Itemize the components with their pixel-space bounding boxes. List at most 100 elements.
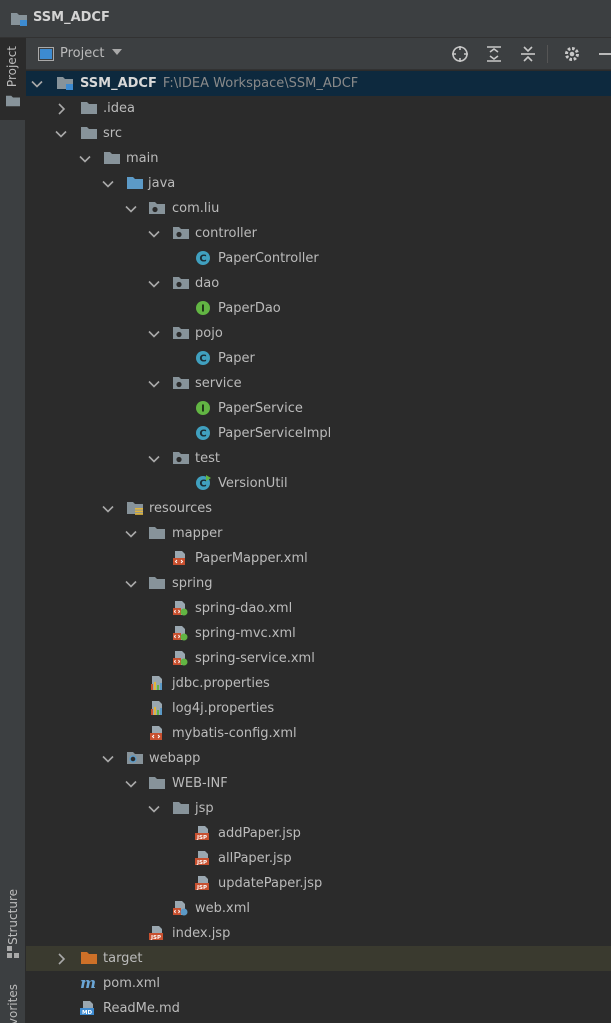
chevron-down-icon[interactable] <box>55 128 67 140</box>
tree-row-target[interactable]: target <box>26 946 611 971</box>
tree-node-label: PaperDao <box>218 301 281 316</box>
chevron-right-icon[interactable] <box>55 103 67 115</box>
tree-row-web-xml[interactable]: web.xml <box>26 896 611 921</box>
project-tool-tab[interactable]: Project <box>0 38 26 120</box>
chevron-down-icon[interactable] <box>148 378 160 390</box>
tree-node-label: spring-service.xml <box>195 651 315 666</box>
package-icon <box>148 200 166 216</box>
tree-row-paper-service[interactable]: PaperService <box>26 396 611 421</box>
tree-row-paper-controller[interactable]: PaperController <box>26 246 611 271</box>
tree-node-label: allPaper.jsp <box>218 851 292 866</box>
tree-node-label: SSM_ADCF F:\IDEA Workspace\SSM_ADCF <box>80 71 358 96</box>
tree-node-label: test <box>195 451 220 466</box>
tree-row-jdbc-properties[interactable]: jdbc.properties <box>26 671 611 696</box>
class-icon <box>195 425 211 441</box>
chevron-down-icon[interactable] <box>125 578 137 590</box>
gear-icon[interactable] <box>563 45 581 63</box>
tree-row-all-paper-jsp[interactable]: allPaper.jsp <box>26 846 611 871</box>
tree-row-jsp[interactable]: jsp <box>26 796 611 821</box>
tree-row-index-jsp[interactable]: index.jsp <box>26 921 611 946</box>
collapse-all-icon[interactable] <box>519 45 537 63</box>
tree-node-label: ReadMe.md <box>103 1001 180 1016</box>
folder-icon <box>172 800 190 816</box>
chevron-down-icon[interactable] <box>125 778 137 790</box>
chevron-right-icon[interactable] <box>55 953 67 965</box>
tree-row-webapp[interactable]: webapp <box>26 746 611 771</box>
tree-node-label: spring <box>172 576 213 591</box>
tree-row-controller[interactable]: controller <box>26 221 611 246</box>
tree-node-label: webapp <box>149 751 201 766</box>
tree-row-com-liu[interactable]: com.liu <box>26 196 611 221</box>
tree-row-spring-dao-xml[interactable]: spring-dao.xml <box>26 596 611 621</box>
chevron-down-icon[interactable] <box>148 453 160 465</box>
tree-row-paper[interactable]: Paper <box>26 346 611 371</box>
tree-node-label: PaperServiceImpl <box>218 426 332 441</box>
project-tree: SSM_ADCF F:\IDEA Workspace\SSM_ADCF .idea… <box>26 71 611 1023</box>
tree-row-java[interactable]: java <box>26 171 611 196</box>
package-icon <box>172 375 190 391</box>
chevron-down-icon[interactable] <box>102 503 114 515</box>
tree-row-paper-dao[interactable]: PaperDao <box>26 296 611 321</box>
tree-row-resources[interactable]: resources <box>26 496 611 521</box>
chevron-down-icon[interactable] <box>148 328 160 340</box>
xml-file-icon <box>149 725 165 741</box>
folder-icon <box>103 150 121 166</box>
tree-row-spring-mvc-xml[interactable]: spring-mvc.xml <box>26 621 611 646</box>
tree-row-test[interactable]: test <box>26 446 611 471</box>
spring-xml-icon <box>172 650 188 666</box>
chevron-down-icon[interactable] <box>148 228 160 240</box>
view-selector-label[interactable]: Project <box>60 46 104 61</box>
chevron-down-icon[interactable] <box>125 203 137 215</box>
chevron-down-icon[interactable] <box>125 528 137 540</box>
tree-node-label: PaperController <box>218 251 319 266</box>
tree-row-paper-mapper-xml[interactable]: PaperMapper.xml <box>26 546 611 571</box>
tree-row-pom-xml[interactable]: pom.xml <box>26 971 611 996</box>
interface-icon <box>195 300 211 316</box>
tree-row-version-util[interactable]: VersionUtil <box>26 471 611 496</box>
tree-row-mapper[interactable]: mapper <box>26 521 611 546</box>
tree-row-pojo[interactable]: pojo <box>26 321 611 346</box>
folder-icon <box>148 775 166 791</box>
hide-icon[interactable] <box>596 45 611 63</box>
root-path: F:\IDEA Workspace\SSM_ADCF <box>162 76 359 91</box>
jsp-file-icon <box>149 925 165 941</box>
favorites-tool-tab[interactable]: Favorites <box>0 978 26 1023</box>
structure-tool-tab[interactable]: Structure <box>0 881 26 963</box>
spring-xml-icon <box>172 600 188 616</box>
tree-row-log4j-properties[interactable]: log4j.properties <box>26 696 611 721</box>
tree-node-label: jsp <box>195 801 214 816</box>
chevron-down-icon[interactable] <box>148 803 160 815</box>
chevron-down-icon[interactable] <box>148 278 160 290</box>
tree-row-src[interactable]: src <box>26 121 611 146</box>
favorites-tab-label: Favorites <box>6 984 20 1023</box>
chevron-down-icon[interactable] <box>79 153 91 165</box>
tree-row-dao[interactable]: dao <box>26 271 611 296</box>
tree-row-readme-md[interactable]: ReadMe.md <box>26 996 611 1021</box>
tree-row-paper-service-impl[interactable]: PaperServiceImpl <box>26 421 611 446</box>
tree-row-add-paper-jsp[interactable]: addPaper.jsp <box>26 821 611 846</box>
class-icon <box>195 350 211 366</box>
tree-row-idea[interactable]: .idea <box>26 96 611 121</box>
chevron-down-icon[interactable] <box>31 78 43 90</box>
tree-row-root[interactable]: SSM_ADCF F:\IDEA Workspace\SSM_ADCF <box>26 71 611 96</box>
folder-icon <box>148 575 166 591</box>
chevron-down-icon[interactable] <box>112 49 122 57</box>
tree-row-update-paper-jsp[interactable]: updatePaper.jsp <box>26 871 611 896</box>
tree-node-label: pojo <box>195 326 223 341</box>
tree-row-main[interactable]: main <box>26 146 611 171</box>
class-icon <box>195 250 211 266</box>
tree-row-web-inf[interactable]: WEB-INF <box>26 771 611 796</box>
chevron-down-icon[interactable] <box>102 178 114 190</box>
structure-icon <box>7 946 19 958</box>
tree-row-spring-service-xml[interactable]: spring-service.xml <box>26 646 611 671</box>
locate-icon[interactable] <box>451 45 469 63</box>
tree-node-label: src <box>103 126 122 141</box>
tree-row-spring[interactable]: spring <box>26 571 611 596</box>
tree-node-label: java <box>148 176 176 191</box>
xml-file-icon <box>172 550 188 566</box>
chevron-down-icon[interactable] <box>102 753 114 765</box>
root-name: SSM_ADCF <box>80 76 157 91</box>
expand-all-icon[interactable] <box>485 45 503 63</box>
tree-row-mybatis-config-xml[interactable]: mybatis-config.xml <box>26 721 611 746</box>
tree-row-service[interactable]: service <box>26 371 611 396</box>
